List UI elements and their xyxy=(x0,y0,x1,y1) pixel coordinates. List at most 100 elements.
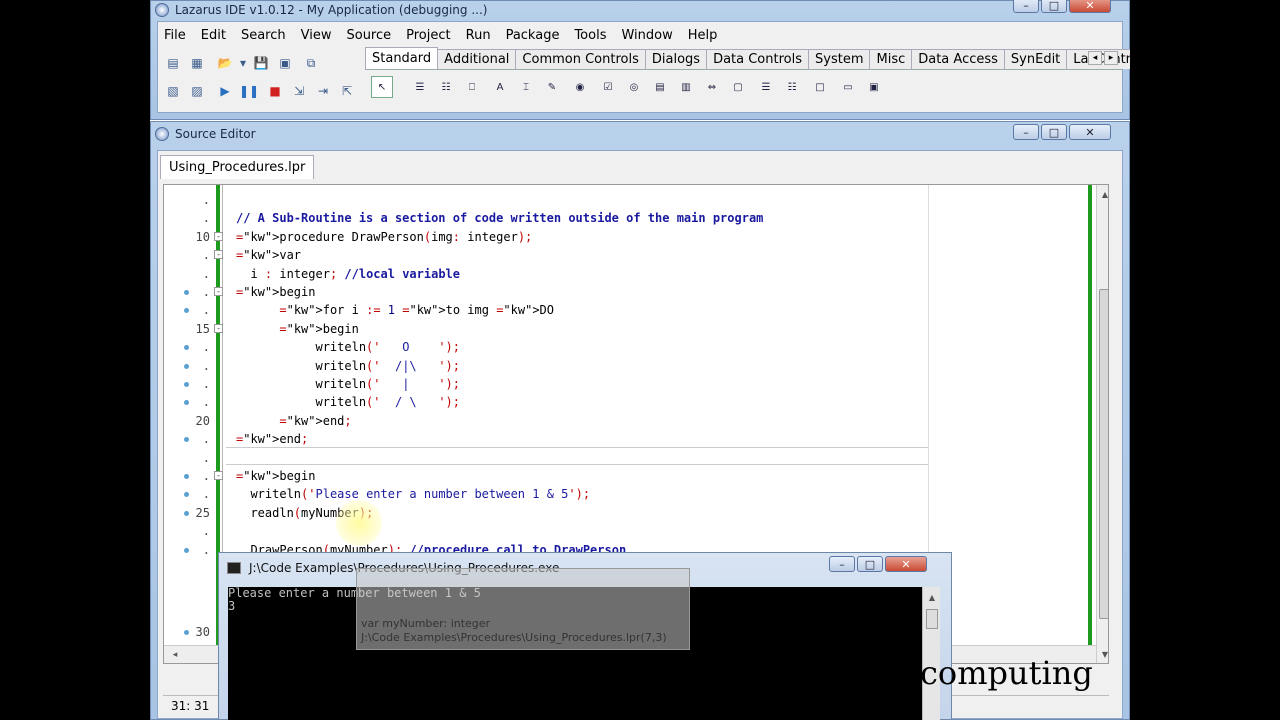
tab-scroll-left-icon[interactable]: ◂ xyxy=(1088,51,1102,65)
breakpoint-marker-icon[interactable] xyxy=(184,630,189,635)
menu-window[interactable]: Window xyxy=(621,28,672,43)
code-text: ="kw">end; xyxy=(236,432,309,447)
breakpoint-marker-icon[interactable] xyxy=(184,363,189,369)
tab-scroll-right-icon[interactable]: ▸ xyxy=(1104,51,1118,65)
tpanel-icon[interactable]: □ xyxy=(809,76,831,98)
pointer-tool-icon[interactable]: ↖ xyxy=(371,76,393,98)
new-unit-icon[interactable]: ▤ xyxy=(164,54,182,72)
code-text: writeln(' / \ '); xyxy=(236,395,461,410)
tooltip-location: J:\Code Examples\Procedures\Using_Proced… xyxy=(361,631,667,644)
run-icon[interactable]: ▶ xyxy=(216,82,234,100)
lazarus-app-icon xyxy=(155,127,169,141)
open-icon[interactable]: 📂 xyxy=(216,54,234,72)
breakpoint-marker-icon[interactable] xyxy=(184,547,189,553)
step-into-icon[interactable]: ⇲ xyxy=(290,82,308,100)
maximize-button[interactable]: □ xyxy=(1041,124,1067,140)
menu-search[interactable]: Search xyxy=(241,28,286,43)
tcheckbox-icon[interactable]: ☑ xyxy=(597,76,619,98)
fold-toggle-icon[interactable]: - xyxy=(214,287,223,296)
editor-vertical-scrollbar[interactable]: ▲ ▼ xyxy=(1096,185,1108,663)
minimize-button[interactable]: – xyxy=(1013,0,1039,13)
scroll-thumb[interactable] xyxy=(926,609,938,629)
file-tab-using-procedures[interactable]: Using_Procedures.lpr xyxy=(160,155,315,179)
line-number: . xyxy=(202,193,210,207)
code-line: . writeln('Please enter a number between… xyxy=(164,485,1094,503)
code-line: . writeln(' /|\ '); xyxy=(164,357,1094,375)
menu-edit[interactable]: Edit xyxy=(201,28,226,43)
tcheckgroup-icon[interactable]: ☷ xyxy=(781,76,803,98)
breakpoint-marker-icon[interactable] xyxy=(184,382,189,387)
menu-help[interactable]: Help xyxy=(688,28,718,43)
code-text: writeln(' O '); xyxy=(236,340,461,355)
scroll-left-icon[interactable]: ◂ xyxy=(168,648,182,662)
fold-toggle-icon[interactable]: - xyxy=(214,231,223,241)
close-button[interactable]: ✕ xyxy=(1069,0,1111,13)
breakpoint-marker-icon[interactable] xyxy=(184,290,189,295)
close-button[interactable]: ✕ xyxy=(885,556,927,572)
menu-source[interactable]: Source xyxy=(346,28,391,43)
line-number: 15 xyxy=(195,321,210,336)
menu-run[interactable]: Run xyxy=(466,28,491,43)
tmainmenu-icon[interactable]: ☰ xyxy=(409,76,431,98)
tab-common-controls[interactable]: Common Controls xyxy=(515,49,646,69)
menu-view[interactable]: View xyxy=(301,28,332,43)
open-dropdown-icon[interactable]: ▾ xyxy=(234,54,252,72)
code-line: 15- ="kw">begin xyxy=(164,320,1094,338)
code-text: ="kw">begin xyxy=(236,285,316,299)
breakpoint-marker-icon[interactable] xyxy=(184,510,189,516)
tscrollbar-icon[interactable]: ⇔ xyxy=(701,76,723,98)
scroll-up-icon[interactable]: ▲ xyxy=(926,591,938,603)
new-form-icon[interactable]: ▦ xyxy=(188,54,206,72)
code-line: . ="kw">for i := 1 ="kw">to img ="kw">DO xyxy=(164,301,1094,319)
code-text: ="kw">begin xyxy=(279,321,359,336)
fold-toggle-icon[interactable]: - xyxy=(214,250,223,260)
fold-toggle-icon[interactable]: - xyxy=(214,471,223,480)
tab-additional[interactable]: Additional xyxy=(437,49,517,69)
tab-data-access[interactable]: Data Access xyxy=(911,49,1005,69)
tgroupbox-icon[interactable]: ▢ xyxy=(727,76,749,98)
tcombobox-icon[interactable]: ▥ xyxy=(675,76,697,98)
tframe-icon[interactable]: ▭ xyxy=(837,76,859,98)
menu-file[interactable]: File xyxy=(164,28,186,43)
tab-data-controls[interactable]: Data Controls xyxy=(706,49,809,69)
tbutton-icon[interactable]: ⎕ xyxy=(461,76,483,98)
tradiogroup-icon[interactable]: ☰ xyxy=(755,76,777,98)
tedit-icon[interactable]: ⌶ xyxy=(515,76,537,98)
view-forms-icon[interactable]: ▨ xyxy=(188,82,206,100)
pause-icon[interactable]: ❚❚ xyxy=(239,82,259,100)
tlistbox-icon[interactable]: ▤ xyxy=(649,76,671,98)
scroll-down-icon[interactable]: ▼ xyxy=(1099,647,1108,661)
tmemo-icon[interactable]: ✎ xyxy=(541,76,563,98)
scroll-up-icon[interactable]: ▲ xyxy=(1099,187,1108,201)
tab-dialogs[interactable]: Dialogs xyxy=(644,49,708,69)
step-out-icon[interactable]: ⇱ xyxy=(338,82,356,100)
tab-synedit[interactable]: SynEdit xyxy=(1003,49,1068,69)
tab-misc[interactable]: Misc xyxy=(869,49,913,69)
tlabel-icon[interactable]: A xyxy=(489,76,511,98)
tactionlist-icon[interactable]: ▣ xyxy=(863,76,885,98)
maximize-button[interactable]: □ xyxy=(1041,0,1067,13)
menu-project[interactable]: Project xyxy=(406,28,450,43)
ide-title-bar: Lazarus IDE v1.0.12 - My Application (de… xyxy=(155,1,1129,19)
fold-toggle-icon[interactable]: - xyxy=(214,323,223,333)
close-button[interactable]: ✕ xyxy=(1069,124,1111,140)
stop-icon[interactable]: ■ xyxy=(266,82,284,100)
save-all-icon[interactable]: ▣ xyxy=(276,54,294,72)
save-icon[interactable]: 💾 xyxy=(252,54,270,72)
ttogglebox-icon[interactable]: ◉ xyxy=(569,76,591,98)
tab-standard[interactable]: Standard xyxy=(365,47,439,69)
breakpoint-marker-icon[interactable] xyxy=(184,474,189,479)
minimize-button[interactable]: – xyxy=(829,556,855,572)
tab-system[interactable]: System xyxy=(808,49,871,69)
scroll-thumb[interactable] xyxy=(1099,289,1108,619)
menu-package[interactable]: Package xyxy=(506,28,560,43)
menu-tools[interactable]: Tools xyxy=(574,28,606,43)
maximize-button[interactable]: □ xyxy=(857,556,883,572)
code-line: 20 ="kw">end; xyxy=(164,412,1094,430)
step-over-icon[interactable]: ⇥ xyxy=(314,82,332,100)
toggle-form-icon[interactable]: ⧉ xyxy=(302,54,320,72)
tpopupmenu-icon[interactable]: ☷ xyxy=(435,76,457,98)
minimize-button[interactable]: – xyxy=(1013,124,1039,140)
tradiobutton-icon[interactable]: ◎ xyxy=(623,76,645,98)
view-units-icon[interactable]: ▧ xyxy=(164,82,182,100)
